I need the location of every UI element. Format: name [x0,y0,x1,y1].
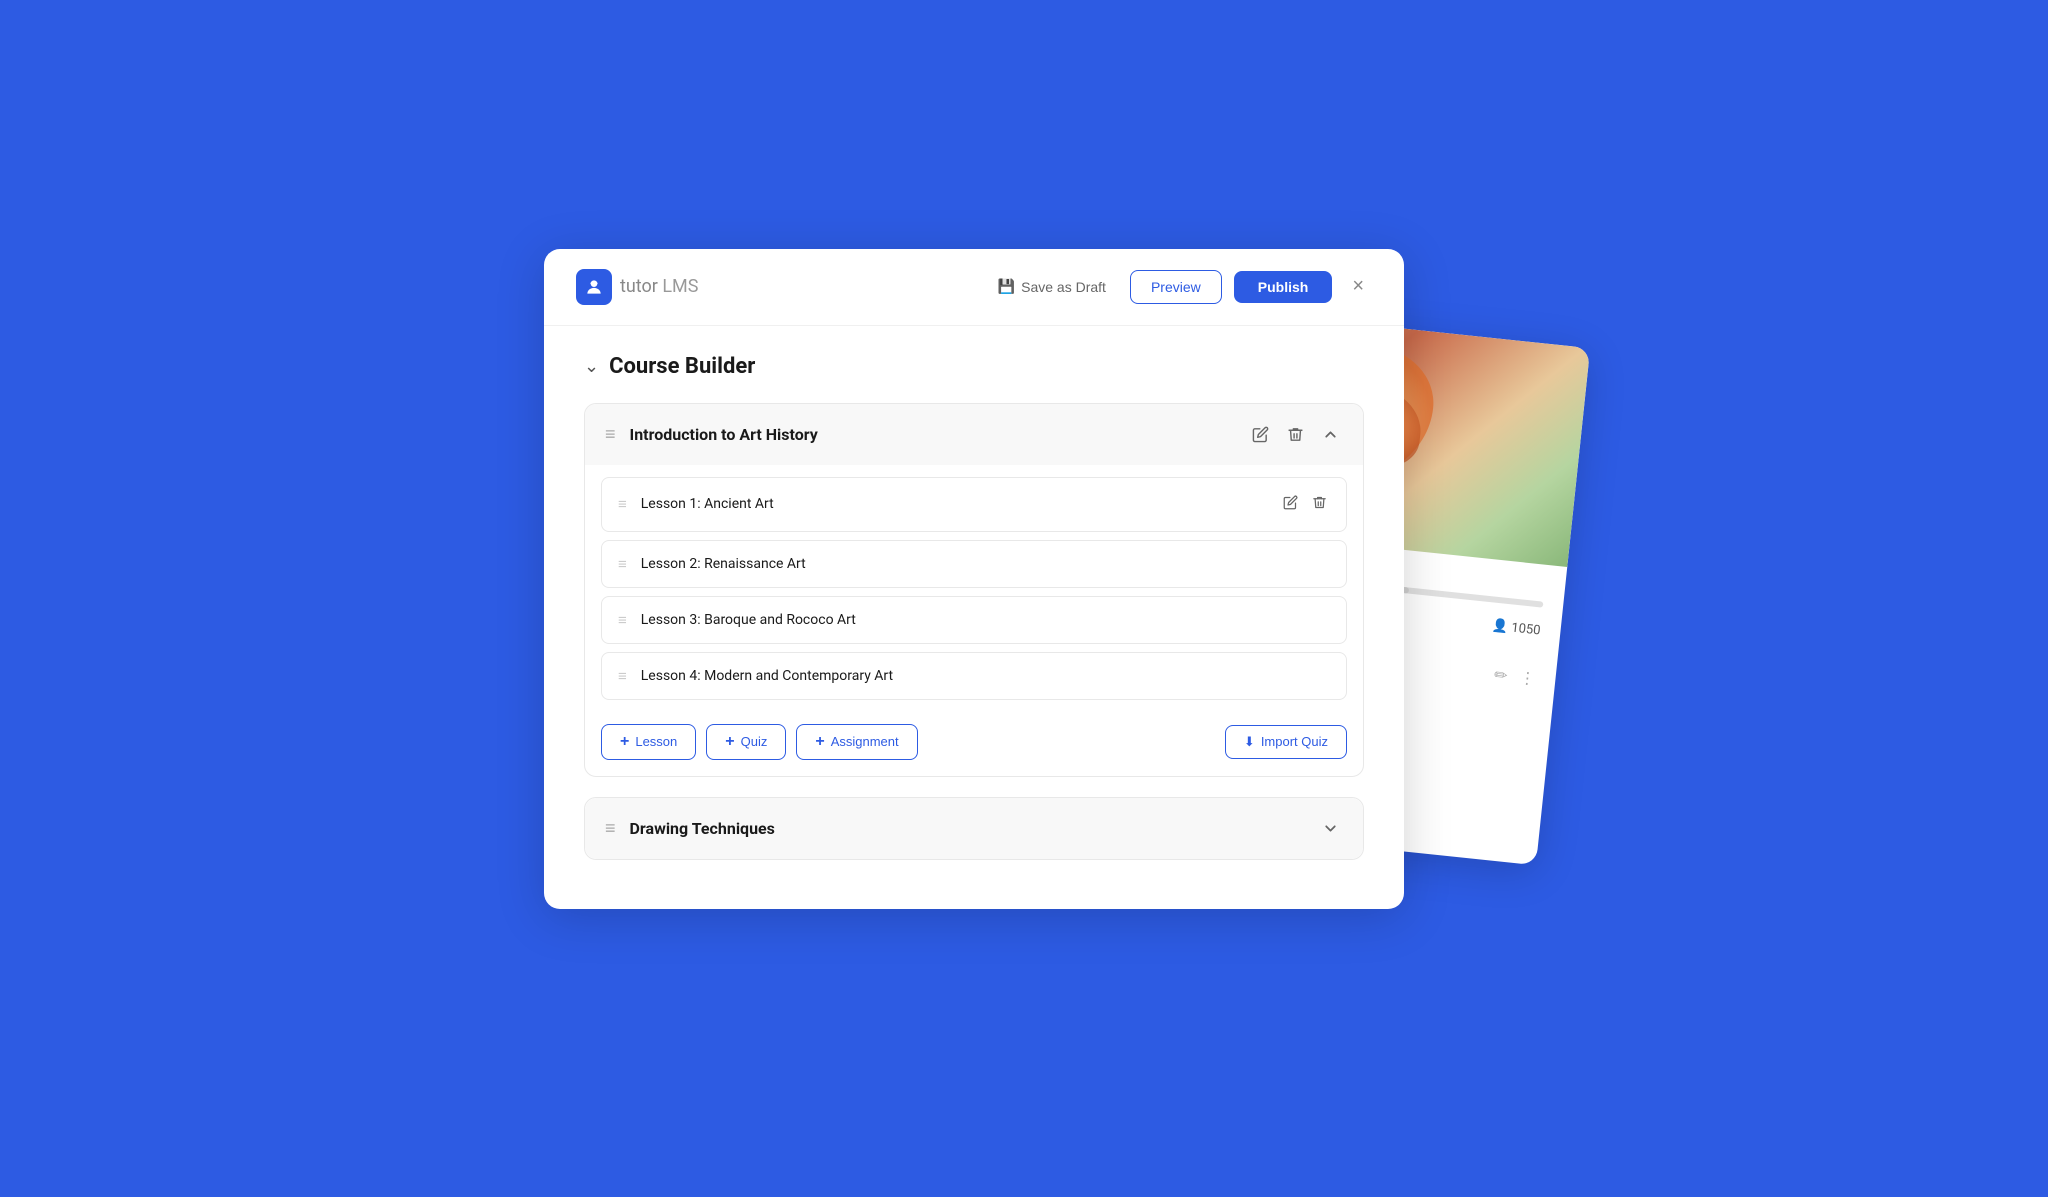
bg-card-students: 👤 1050 [1491,618,1541,638]
modal-body: ⌄ Course Builder ≡ Introduction to Art H… [544,326,1404,908]
bg-card-edit-icon[interactable]: ✏ [1493,664,1508,684]
save-draft-button[interactable]: 💾 Save as Draft [986,270,1118,303]
add-assignment-plus-icon: + [815,733,824,751]
section-drawing-header: ≡ Drawing Techniques [585,798,1363,859]
course-builder-header: ⌄ Course Builder [584,354,1364,379]
lesson-edit-button-1[interactable] [1280,492,1301,517]
add-assignment-button[interactable]: + Assignment [796,724,917,760]
main-modal: tutor LMS 💾 Save as Draft Preview Publis… [544,249,1404,909]
lesson-drag-icon-4[interactable]: ≡ [618,667,627,685]
lesson-actions-1 [1280,492,1330,517]
lesson-item-4: ≡ Lesson 4: Modern and Contemporary Art [601,652,1347,700]
add-quiz-button[interactable]: + Quiz [706,724,786,760]
publish-button[interactable]: Publish [1234,271,1333,303]
preview-button[interactable]: Preview [1130,270,1222,304]
section-delete-button[interactable] [1283,422,1308,447]
add-quiz-plus-icon: + [725,733,734,751]
lesson-drag-icon-1[interactable]: ≡ [618,495,627,513]
section-drag-icon[interactable]: ≡ [605,424,616,445]
lesson-name-1: Lesson 1: Ancient Art [641,496,774,512]
lesson-name-3: Lesson 3: Baroque and Rococo Art [641,612,856,628]
section-intro-actions [1248,422,1343,447]
close-button[interactable]: × [1344,271,1372,302]
section-edit-button[interactable] [1248,422,1273,447]
lesson-item-2: ≡ Lesson 2: Renaissance Art [601,540,1347,588]
header-actions: 💾 Save as Draft Preview Publish × [986,270,1372,304]
logo-text: tutor LMS [620,276,698,297]
lesson-name-4: Lesson 4: Modern and Contemporary Art [641,668,893,684]
section-drawing-title: Drawing Techniques [630,819,775,838]
section-intro-title: Introduction to Art History [630,425,818,444]
course-builder-title: Course Builder [609,354,755,379]
import-quiz-button[interactable]: ⬇ Import Quiz [1225,725,1347,759]
add-buttons-row: + Lesson + Quiz + Assignment ⬇ [585,712,1363,776]
bg-card-more-icon[interactable]: ⋮ [1518,667,1536,688]
lesson-item-1: ≡ Lesson 1: Ancient Art [601,477,1347,532]
lesson-drag-icon-3[interactable]: ≡ [618,611,627,629]
lesson-item-3: ≡ Lesson 3: Baroque and Rococo Art [601,596,1347,644]
lessons-list: ≡ Lesson 1: Ancient Art [585,465,1363,712]
import-icon: ⬇ [1244,734,1255,750]
section-drawing-actions [1318,816,1343,841]
add-buttons-left: + Lesson + Quiz + Assignment [601,724,918,760]
add-lesson-plus-icon: + [620,733,629,751]
section-drawing-expand-button[interactable] [1318,816,1343,841]
logo: tutor LMS [576,269,698,305]
section-drawing-drag-icon[interactable]: ≡ [605,818,616,839]
course-builder-collapse-icon[interactable]: ⌄ [584,356,599,377]
section-drawing-techniques: ≡ Drawing Techniques [584,797,1364,860]
modal-header: tutor LMS 💾 Save as Draft Preview Publis… [544,249,1404,326]
lesson-delete-button-1[interactable] [1309,492,1330,517]
section-intro-header: ≡ Introduction to Art History [585,404,1363,465]
section-intro-art-history: ≡ Introduction to Art History [584,403,1364,777]
section-drawing-header-left: ≡ Drawing Techniques [605,818,775,839]
add-lesson-button[interactable]: + Lesson [601,724,696,760]
lesson-drag-icon-2[interactable]: ≡ [618,555,627,573]
tutor-logo-icon [576,269,612,305]
save-icon: 💾 [998,278,1015,295]
section-collapse-button[interactable] [1318,422,1343,447]
lesson-name-2: Lesson 2: Renaissance Art [641,556,806,572]
section-intro-header-left: ≡ Introduction to Art History [605,424,818,445]
